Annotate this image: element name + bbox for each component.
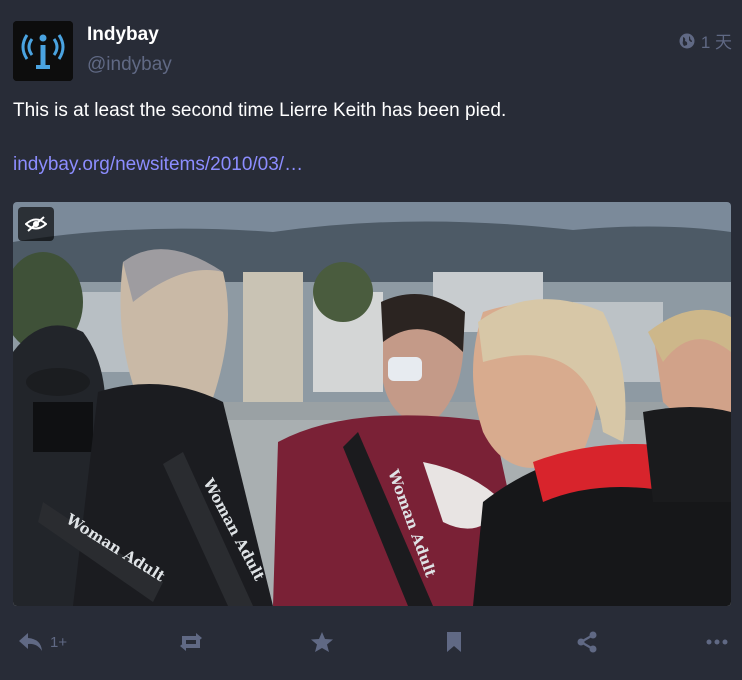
bookmark-icon xyxy=(447,632,461,652)
boost-button[interactable] xyxy=(178,620,204,664)
status-content: This is at least the second time Lierre … xyxy=(13,100,507,121)
reply-icon xyxy=(19,633,42,651)
more-options-button[interactable] xyxy=(706,620,728,664)
status-time-text: 1 天 xyxy=(700,33,732,52)
share-button[interactable] xyxy=(576,620,598,664)
bookmark-button[interactable] xyxy=(445,620,463,664)
status-link[interactable]: indybay.org/newsitems/2010/03/… xyxy=(13,154,303,176)
status-timestamp[interactable]: 1 天 xyxy=(679,28,732,53)
indybay-logo-icon xyxy=(13,21,73,81)
favourite-button[interactable] xyxy=(310,620,334,664)
media-photo: Woman AdultWoman Adult Woman Adult xyxy=(13,202,731,606)
account-avatar[interactable] xyxy=(13,21,73,81)
hide-media-button[interactable] xyxy=(18,207,54,241)
reply-count: 1+ xyxy=(50,633,68,651)
account-display-name[interactable]: Indybay xyxy=(87,24,159,46)
reply-button[interactable]: 1+ xyxy=(18,620,67,664)
account-handle[interactable]: @indybay xyxy=(87,54,172,76)
ellipsis-icon xyxy=(706,639,728,645)
star-icon xyxy=(311,632,333,652)
media-attachment[interactable]: Woman Adult Woman Adult Woman Adult xyxy=(13,202,731,606)
eye-slash-icon xyxy=(25,216,47,232)
globe-icon xyxy=(679,33,695,48)
boost-icon xyxy=(180,633,202,651)
status-action-bar: 1+ xyxy=(0,620,742,664)
share-icon xyxy=(577,631,597,653)
